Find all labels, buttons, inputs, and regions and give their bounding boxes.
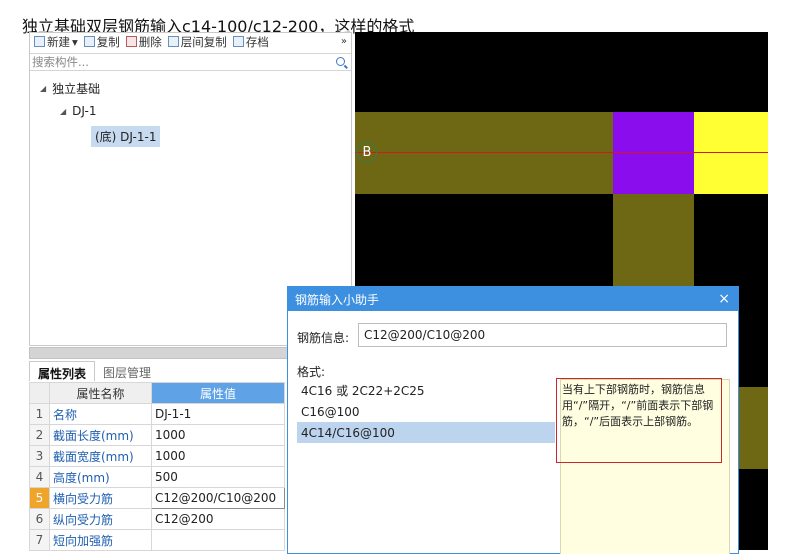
archive-button-label: 存档 [245,34,269,49]
copy-button[interactable]: 复制 [83,34,120,50]
property-panel: 属性列表 图层管理 属性名称 属性值 1 名称 DJ-1-1 2 截面长度(mm… [29,347,352,554]
property-value-editor[interactable]: C12@200/C10@200 [151,487,285,509]
expand-triangle-icon[interactable]: ◢ [40,84,46,93]
search-icon[interactable] [336,57,345,66]
row-index: 4 [29,466,50,488]
foundation-yellow[interactable] [694,112,768,194]
archive-icon [232,36,244,47]
table-row-selected[interactable]: 5 横向受力筋 C12@200/C10@200 [29,487,285,509]
rebar-info-input[interactable] [358,323,727,347]
property-value[interactable]: DJ-1-1 [151,403,285,425]
tree-item-isolated-foundation[interactable]: ◢ 独立基础 [40,80,100,97]
property-name: 横向受力筋 [49,487,152,509]
axis-line [355,152,768,153]
property-name: 高度(mm) [49,466,152,488]
rebar-input-helper-dialog: 钢筋输入小助手 × 钢筋信息: 格式: 4C16 或 2C22+2C25 C16… [287,286,739,554]
table-row[interactable]: 3 截面宽度(mm) 1000 [29,445,285,467]
dialog-title[interactable]: 钢筋输入小助手 [288,287,738,311]
delete-button-label: 删除 [138,34,162,49]
property-tabs: 属性列表 图层管理 [29,361,159,381]
close-icon[interactable]: × [718,291,730,307]
property-name: 截面宽度(mm) [49,445,152,467]
property-value[interactable] [151,529,285,551]
property-name: 名称 [49,403,152,425]
foundation-beam-vertical[interactable] [613,194,694,294]
tree-item-label: DJ-1 [72,104,97,118]
search-placeholder: 搜索构件... [32,55,89,69]
list-item[interactable]: C16@100 [297,401,555,422]
row-index: 2 [29,424,50,446]
tab-layer-management[interactable]: 图层管理 [95,361,159,381]
property-value[interactable]: C12@200 [151,508,285,530]
delete-icon [125,36,137,47]
format-list: 4C16 或 2C22+2C25 C16@100 4C14/C16@100 [297,380,555,554]
property-value[interactable]: 500 [151,466,285,488]
column-purple[interactable] [613,112,694,194]
row-index: 1 [29,403,50,425]
tab-property-list[interactable]: 属性列表 [29,361,96,381]
floor-copy-icon [167,36,179,47]
row-index: 5 [29,487,50,509]
list-item-selected[interactable]: 4C14/C16@100 [297,422,555,443]
property-value[interactable]: 1000 [151,445,285,467]
floor-copy-button-label: 层间复制 [180,34,227,49]
tree-item-label: 独立基础 [52,82,101,96]
row-index: 6 [29,508,50,530]
foundation-beam-olive[interactable] [355,112,613,194]
table-row[interactable]: 7 短向加强筋 [29,529,285,551]
help-text: 当有上下部钢筋时，钢筋信息用“/”隔开，“/”前面表示下部钢筋，“/”后面表示上… [556,378,722,463]
list-item[interactable]: 4C16 或 2C22+2C25 [297,380,555,401]
property-table: 属性名称 属性值 1 名称 DJ-1-1 2 截面长度(mm) 1000 3 截… [29,382,285,551]
property-value-header: 属性值 [151,382,285,404]
index-header [29,382,50,404]
new-button[interactable]: 新建 ▾ [34,34,78,50]
format-label: 格式: [297,365,326,379]
search-input[interactable]: 搜索构件... [30,53,351,71]
table-row[interactable]: 6 纵向受力筋 C12@200 [29,508,285,530]
tree-item-dj-1-1[interactable]: (底) DJ-1-1 [91,126,161,147]
toolbar-more-button[interactable]: » [341,36,351,47]
tree-item-dj-1[interactable]: ◢ DJ-1 [60,104,96,118]
new-button-label: 新建 [47,34,70,49]
row-index: 7 [29,529,50,551]
table-row[interactable]: 1 名称 DJ-1-1 [29,403,285,425]
tree-item-label: (底) DJ-1-1 [91,126,161,147]
new-icon [34,36,45,47]
expand-triangle-icon[interactable]: ◢ [60,107,66,116]
foundation-beam-right[interactable] [739,387,768,469]
row-index: 3 [29,445,50,467]
axis-label-b[interactable]: B [357,142,377,162]
table-header: 属性名称 属性值 [29,382,285,404]
property-name: 纵向受力筋 [49,508,152,530]
property-name: 截面长度(mm) [49,424,152,446]
copy-button-label: 复制 [96,34,120,49]
new-dropdown-icon[interactable]: ▾ [72,35,78,49]
rebar-info-label: 钢筋信息: [297,331,350,345]
table-row[interactable]: 2 截面长度(mm) 1000 [29,424,285,446]
property-name: 短向加强筋 [49,529,152,551]
delete-button[interactable]: 删除 [125,34,162,50]
property-name-header: 属性名称 [49,382,152,404]
tree-toolbar: 新建 ▾ 复制 删除 层间复制 存档 » [30,33,351,50]
copy-icon [83,36,95,47]
archive-button[interactable]: 存档 [232,34,269,50]
property-value[interactable]: 1000 [151,424,285,446]
floor-copy-button[interactable]: 层间复制 [167,34,227,50]
table-row[interactable]: 4 高度(mm) 500 [29,466,285,488]
